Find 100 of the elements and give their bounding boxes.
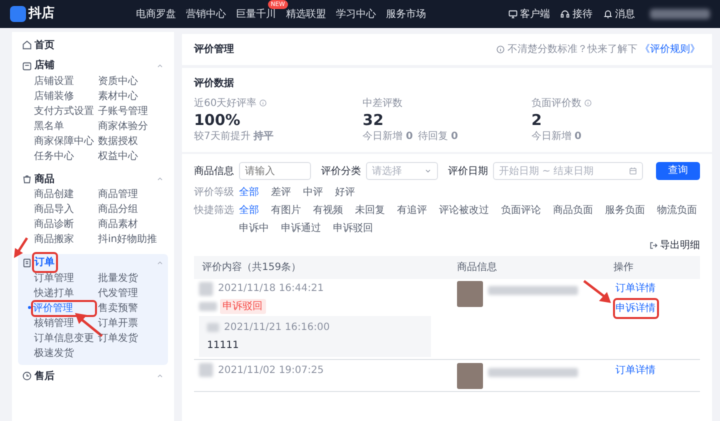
sidebar-item[interactable]: 商品导入 [34, 204, 74, 215]
metric-note: 今日新增 0 [531, 130, 582, 144]
account-name-blurred [650, 9, 710, 19]
sidebar-item[interactable]: 权益中心 [98, 150, 138, 162]
metric-value: 100% [194, 110, 242, 128]
nav-link[interactable]: 巨量千川 [236, 8, 276, 20]
sidebar-item[interactable]: 商家体验分 [98, 120, 148, 132]
nav-link[interactable]: 学习中心 [336, 8, 376, 20]
sidebar-item[interactable]: 黑名单 [34, 120, 64, 132]
sidebar-item[interactable]: 订单管理 [34, 272, 74, 284]
review-time: 2021/11/02 19:07:25 [218, 364, 324, 378]
clipboard-icon [22, 258, 32, 268]
bag-icon [22, 174, 32, 184]
sidebar-item[interactable]: 批量发货 [98, 272, 138, 284]
filter-option[interactable]: 有图片 [271, 202, 301, 218]
nav-link[interactable]: 电商罗盘 [136, 8, 176, 20]
filter-option[interactable]: 服务负面 [605, 202, 645, 218]
toolbar-button[interactable]: 接待 [560, 6, 592, 22]
sidebar-item[interactable]: 评价管理 [33, 302, 73, 314]
sidebar-item[interactable]: 店铺设置 [34, 76, 74, 86]
sidebar-item[interactable]: 商品搬家 [34, 234, 74, 245]
clock-icon [22, 371, 32, 381]
toolbar-button[interactable]: 消息 [602, 6, 635, 22]
sidebar-item[interactable]: 快递打单 [34, 288, 74, 298]
nav-link[interactable]: 精选联盟 [286, 8, 326, 20]
sidebar-item[interactable]: 商品诊断 [34, 219, 74, 230]
rules-link[interactable]: 《评价规则》 [640, 42, 700, 57]
sidebar-item[interactable]: 订单开票 [98, 318, 138, 328]
metric-note: 待回复 0 [418, 130, 458, 144]
filter-option[interactable]: 差评 [271, 185, 291, 200]
filter-option[interactable]: 中评 [303, 185, 323, 200]
filter-option[interactable]: 好评 [335, 185, 355, 200]
sidebar-item[interactable]: 代发管理 [98, 288, 138, 298]
filter-option[interactable]: 物流负面 [657, 202, 697, 218]
review-time: 2021/11/18 16:44:21 [218, 282, 324, 296]
action-link[interactable]: 订单详情 [616, 362, 656, 378]
filter-option[interactable]: 申诉驳回 [333, 220, 373, 236]
sidebar-item[interactable]: 订单发货 [98, 332, 138, 344]
avatar-blurred [199, 363, 213, 377]
sidebar-item[interactable]: 售卖预警 [98, 302, 138, 314]
sidebar-item[interactable]: 商品分组 [98, 204, 138, 215]
sidebar-group-label[interactable]: 店铺 [34, 60, 54, 71]
sidebar-group-label[interactable]: 首页 [34, 40, 54, 50]
filter-option[interactable]: 商品负面 [553, 202, 593, 218]
field-label: 商品信息 [194, 164, 234, 178]
sidebar-item[interactable]: 核销管理 [34, 318, 74, 328]
metric-note: 今日新增 0 [362, 130, 413, 144]
export-link[interactable]: 导出明细 [648, 238, 700, 253]
reply-text: 11111 [207, 338, 240, 352]
sidebar-item[interactable]: 支付方式设置 [34, 106, 94, 116]
nav-link[interactable]: 营销中心 [186, 8, 226, 20]
action-link[interactable]: 订单详情 [616, 281, 656, 296]
sidebar-item[interactable]: 店铺装修 [34, 90, 74, 102]
metric-value: 32 [362, 110, 385, 128]
export-icon [648, 241, 658, 250]
filter-option[interactable]: 有追评 [397, 202, 427, 218]
filter-option[interactable]: 申诉中 [239, 220, 269, 236]
headset-icon [560, 9, 570, 19]
shop-icon [22, 60, 32, 70]
sidebar-item[interactable]: 抖in好物助推 [98, 234, 158, 245]
blurred-text [207, 323, 219, 332]
sidebar-item[interactable]: 任务中心 [34, 150, 74, 162]
search-button[interactable]: 查询 [656, 162, 700, 180]
action-link[interactable]: 申诉详情 [616, 301, 656, 316]
filter-option[interactable]: 负面评论 [501, 202, 541, 218]
chevron-icon [424, 167, 432, 175]
sidebar-group-label[interactable]: 售后 [34, 370, 54, 382]
input-field[interactable]: 请输入 [239, 162, 311, 180]
stats-title: 评价数据 [194, 76, 235, 90]
column-header: 评价内容（共159条） [202, 260, 302, 274]
toolbar-button[interactable]: 客户端 [508, 6, 550, 22]
sidebar-item[interactable]: 订单信息变更 [34, 332, 94, 344]
sidebar-item[interactable]: 商品素材 [98, 219, 138, 230]
filter-option[interactable]: 未回复 [355, 202, 385, 218]
sidebar-item[interactable]: 商品管理 [98, 189, 138, 200]
filter-option[interactable]: 全部 [239, 202, 259, 218]
sidebar-item[interactable]: 素材中心 [98, 90, 138, 102]
bell-icon [602, 9, 612, 19]
calendar-icon [629, 167, 637, 175]
filter-option[interactable]: 全部 [239, 185, 259, 200]
nav-link[interactable]: 服务市场 [386, 8, 426, 20]
sidebar-item[interactable]: 数据授权 [98, 136, 138, 146]
annotation-arrow [14, 237, 28, 258]
reply-time: 2021/11/21 16:16:00 [224, 321, 330, 335]
monitor-icon [508, 9, 518, 19]
sidebar-item[interactable]: 资质中心 [98, 76, 138, 86]
sidebar-item[interactable]: 商品创建 [34, 189, 74, 200]
filter-option[interactable]: 申诉通过 [281, 220, 321, 236]
filter-option[interactable]: 有视频 [313, 202, 343, 218]
sidebar-group-label[interactable]: 商品 [34, 174, 54, 184]
sidebar-item[interactable]: 子账号管理 [98, 106, 148, 116]
sidebar-group-label[interactable]: 订单 [34, 257, 54, 268]
logo-icon [10, 6, 26, 22]
sidebar-item[interactable]: 商家保障中心 [34, 136, 94, 146]
field-label: 评价分类 [321, 164, 361, 178]
avatar-blurred [199, 282, 213, 296]
filter-option[interactable]: 评论被改过 [439, 202, 489, 218]
photo-placeholder [456, 281, 483, 307]
sidebar-item[interactable]: 极速发货 [34, 348, 74, 358]
column-header: 操作 [614, 260, 635, 274]
